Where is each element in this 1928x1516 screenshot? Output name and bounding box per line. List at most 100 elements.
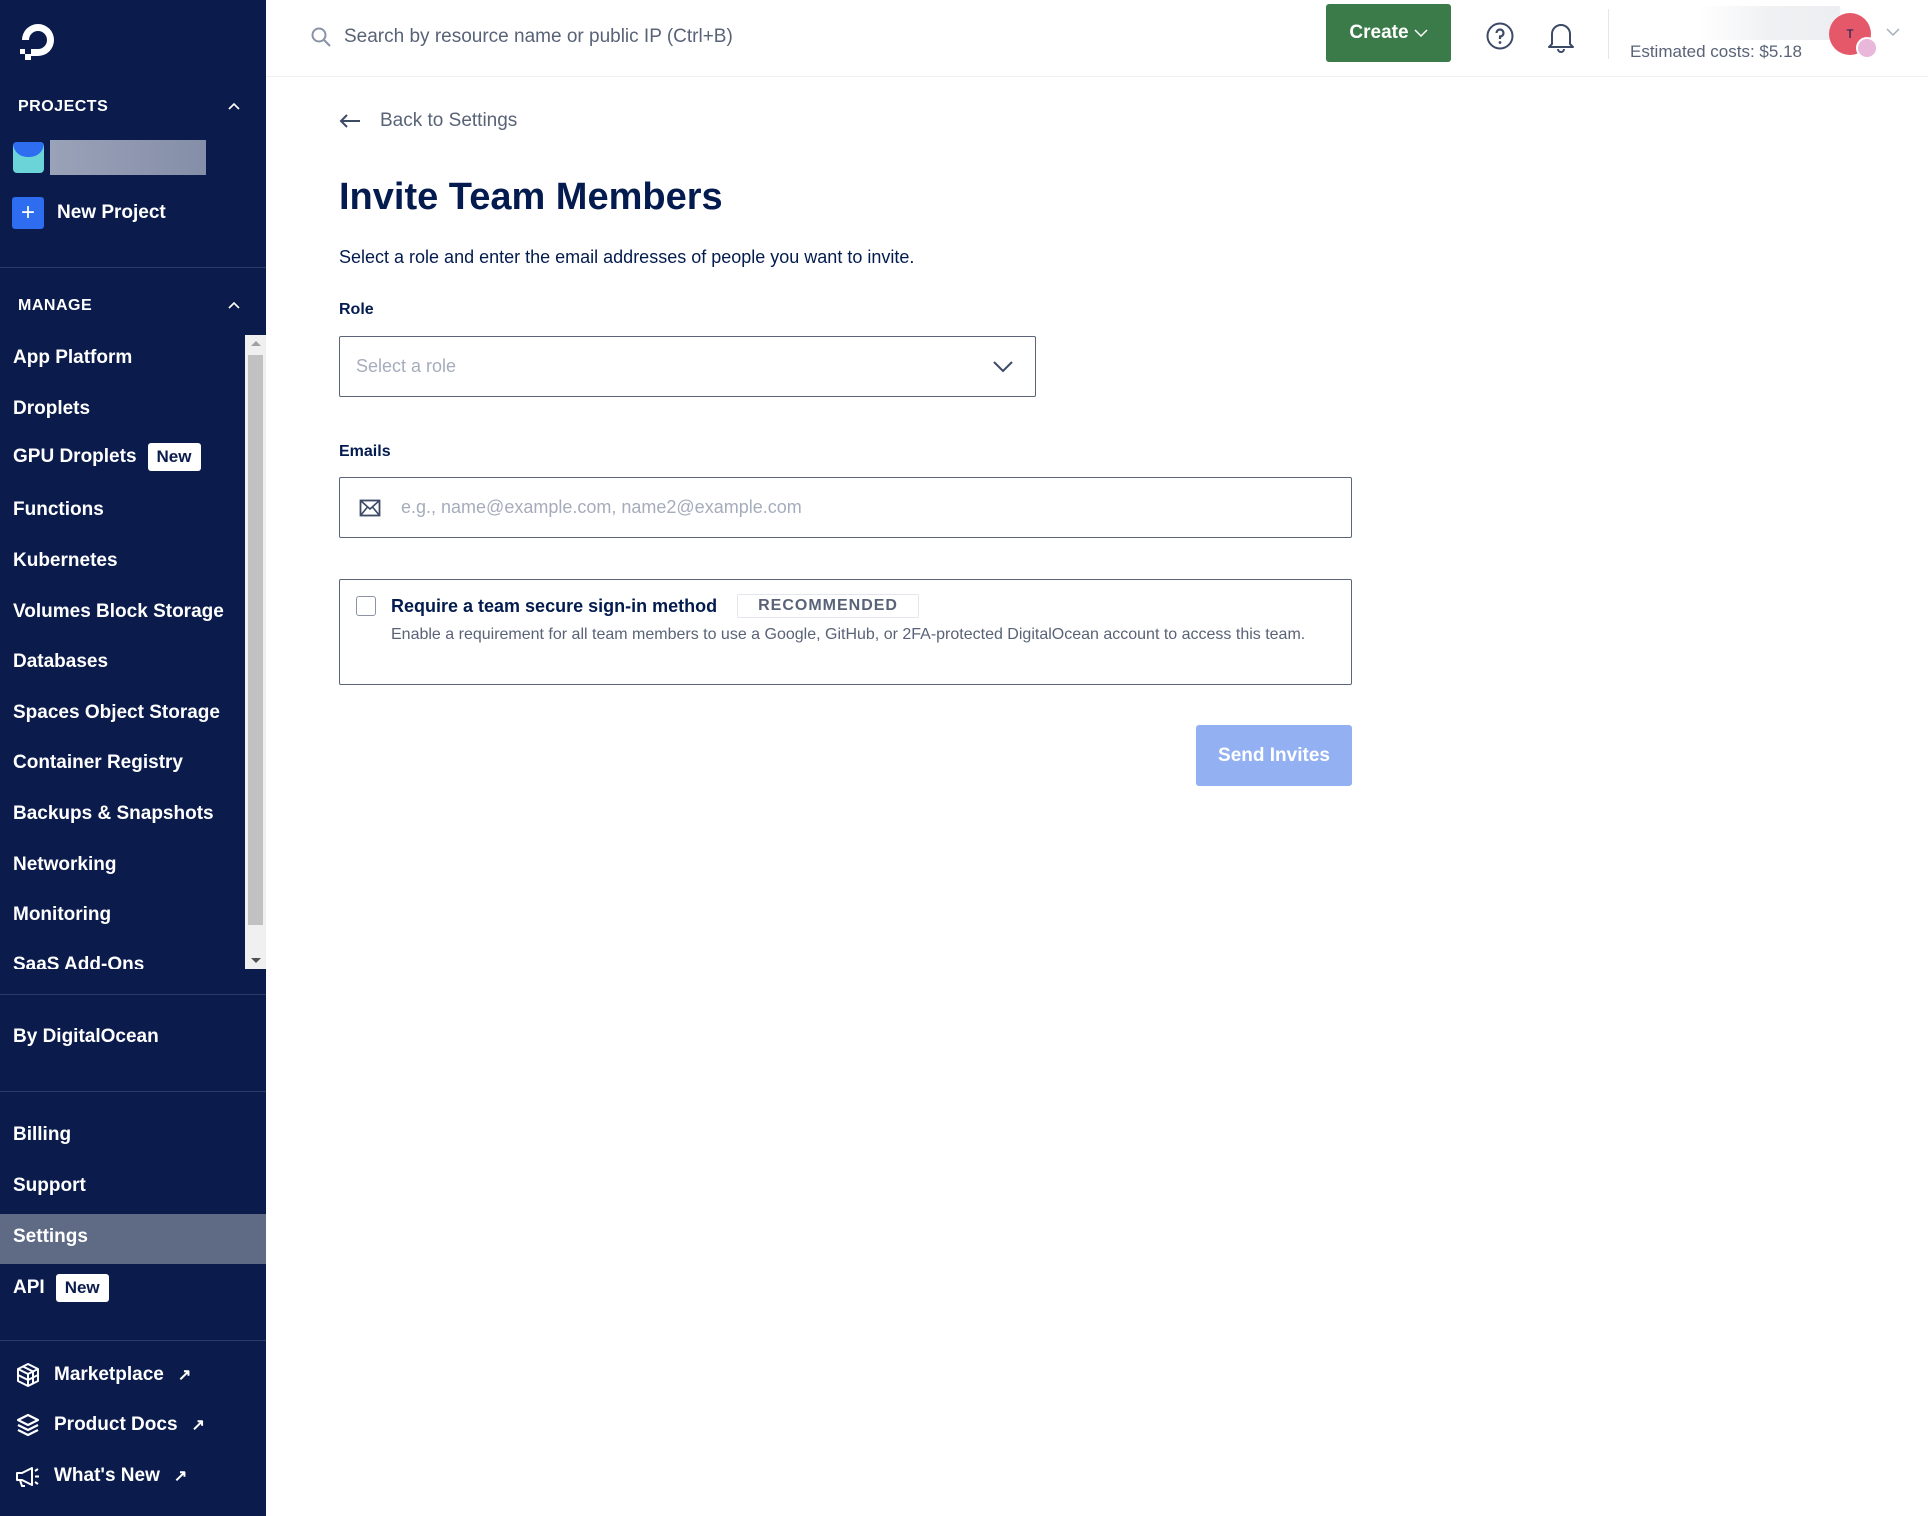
sidebar-item-droplets[interactable]: Droplets	[13, 398, 90, 420]
chevron-up-icon	[228, 102, 240, 110]
avatar-initial: T	[1846, 27, 1854, 41]
sidebar-item-container-registry[interactable]: Container Registry	[13, 752, 183, 774]
emails-field[interactable]	[339, 477, 1352, 538]
plus-icon: +	[12, 197, 44, 229]
role-label: Role	[339, 301, 374, 318]
nav-label: Settings	[13, 1226, 88, 1247]
sidebar-link-whats-new[interactable]: What's New ↗	[14, 1462, 187, 1490]
manage-nav-list: App Platform Droplets GPU Droplets New Fu…	[0, 335, 266, 969]
sidebar-divider	[0, 994, 266, 995]
create-button[interactable]: Create	[1326, 4, 1451, 62]
chevron-up-icon	[228, 301, 240, 309]
chevron-down-icon	[993, 360, 1013, 372]
emails-label: Emails	[339, 443, 391, 460]
nav-label: SaaS Add-Ons	[13, 954, 145, 969]
role-select[interactable]: Select a role	[339, 336, 1036, 397]
nav-label: Spaces Object Storage	[13, 702, 220, 723]
nav-label: GPU Droplets	[13, 446, 137, 467]
sidebar-item-settings[interactable]: Settings	[13, 1226, 88, 1248]
nav-label: Marketplace	[54, 1364, 164, 1385]
sidebar-item-spaces[interactable]: Spaces Object Storage	[13, 702, 220, 724]
header-divider	[1608, 9, 1609, 59]
nav-label: App Platform	[13, 347, 133, 368]
sidebar-item-volumes[interactable]: Volumes Block Storage	[13, 601, 224, 623]
sidebar-item-by-digitalocean[interactable]: By DigitalOcean	[13, 1026, 159, 1048]
scroll-up-arrow-icon[interactable]	[251, 341, 261, 346]
sidebar-item-functions[interactable]: Functions	[13, 499, 104, 521]
sidebar-item-gpu-droplets[interactable]: GPU Droplets New	[13, 443, 201, 471]
external-link-icon: ↗	[173, 1468, 188, 1485]
sidebar-item-saas-addons[interactable]: SaaS Add-Ons	[13, 954, 144, 969]
create-label: Create	[1349, 22, 1409, 43]
secure-signin-description: Enable a requirement for all team member…	[391, 626, 1306, 643]
nav-label: API	[13, 1277, 45, 1298]
sidebar-scrollbar[interactable]	[245, 335, 266, 969]
external-link-icon: ↗	[177, 1367, 192, 1384]
projects-section-toggle[interactable]: PROJECTS	[18, 98, 248, 116]
chevron-down-icon[interactable]	[1886, 27, 1900, 37]
manage-section-toggle[interactable]: MANAGE	[18, 297, 248, 315]
project-name-redacted	[50, 140, 206, 175]
help-icon[interactable]	[1485, 21, 1515, 51]
nav-label: Databases	[13, 651, 109, 672]
sidebar-item-backups[interactable]: Backups & Snapshots	[13, 803, 214, 825]
sidebar-item-billing[interactable]: Billing	[13, 1124, 71, 1146]
nav-label: Volumes Block Storage	[13, 601, 224, 622]
sidebar-item-networking[interactable]: Networking	[13, 854, 116, 876]
search-input[interactable]	[344, 26, 864, 48]
nav-label: Billing	[13, 1124, 72, 1145]
cube-icon	[17, 1363, 39, 1387]
top-header: Create Estimated costs: $5.18 T	[266, 0, 1928, 77]
secure-signin-title-row[interactable]: Require a team secure sign-in method REC…	[391, 594, 919, 618]
nav-label: Monitoring	[13, 904, 112, 925]
manage-heading: MANAGE	[18, 297, 93, 314]
nav-label: Product Docs	[54, 1414, 178, 1435]
scroll-down-arrow-icon[interactable]	[251, 958, 261, 963]
nav-label: By DigitalOcean	[13, 1026, 159, 1047]
sidebar-item-app-platform[interactable]: App Platform	[13, 347, 132, 369]
sidebar-link-marketplace[interactable]: Marketplace ↗	[14, 1361, 191, 1389]
search-icon	[311, 27, 331, 47]
bell-icon[interactable]	[1546, 20, 1576, 54]
mail-icon	[359, 499, 381, 516]
megaphone-icon	[16, 1467, 39, 1487]
page-subtitle: Select a role and enter the email addres…	[339, 247, 915, 267]
estimated-costs: Estimated costs: $5.18	[1630, 42, 1802, 61]
project-icon	[13, 142, 44, 173]
sidebar-item-api[interactable]: API New	[13, 1274, 109, 1302]
external-link-icon: ↗	[191, 1417, 205, 1434]
secure-signin-checkbox[interactable]	[356, 596, 376, 616]
emails-input[interactable]	[401, 497, 1301, 518]
account-name-redacted	[1700, 6, 1840, 40]
scrollbar-thumb[interactable]	[248, 355, 263, 925]
recommended-badge: RECOMMENDED	[737, 594, 919, 618]
sidebar-divider	[0, 1091, 266, 1092]
sidebar-link-product-docs[interactable]: Product Docs ↗	[14, 1411, 205, 1439]
new-badge: New	[55, 1274, 109, 1302]
role-select-placeholder: Select a role	[356, 356, 457, 376]
nav-label: Networking	[13, 854, 117, 875]
page-title: Invite Team Members	[339, 176, 723, 218]
nav-label: Support	[13, 1175, 86, 1196]
digitalocean-logo-icon[interactable]	[16, 18, 60, 66]
search-bar[interactable]	[310, 26, 864, 48]
project-item[interactable]	[13, 140, 206, 175]
sidebar-item-databases[interactable]: Databases	[13, 651, 108, 673]
sidebar-item-monitoring[interactable]: Monitoring	[13, 904, 111, 926]
sidebar-divider	[0, 1340, 266, 1341]
team-avatar-icon	[1856, 37, 1878, 59]
nav-label: Droplets	[13, 398, 91, 419]
sidebar-item-kubernetes[interactable]: Kubernetes	[13, 550, 118, 572]
sidebar-divider	[0, 267, 266, 268]
new-project-button[interactable]: + New Project	[12, 197, 166, 229]
back-to-settings-link[interactable]: Back to Settings	[339, 110, 517, 132]
chevron-down-icon	[1414, 29, 1428, 38]
arrow-left-icon	[339, 114, 360, 128]
new-badge: New	[147, 443, 201, 471]
new-project-label: New Project	[57, 202, 166, 223]
sidebar-item-support[interactable]: Support	[13, 1175, 86, 1197]
nav-label: Kubernetes	[13, 550, 118, 571]
send-invites-button[interactable]: Send Invites	[1196, 725, 1352, 786]
nav-label: Backups & Snapshots	[13, 803, 214, 824]
nav-label: Container Registry	[13, 752, 183, 773]
